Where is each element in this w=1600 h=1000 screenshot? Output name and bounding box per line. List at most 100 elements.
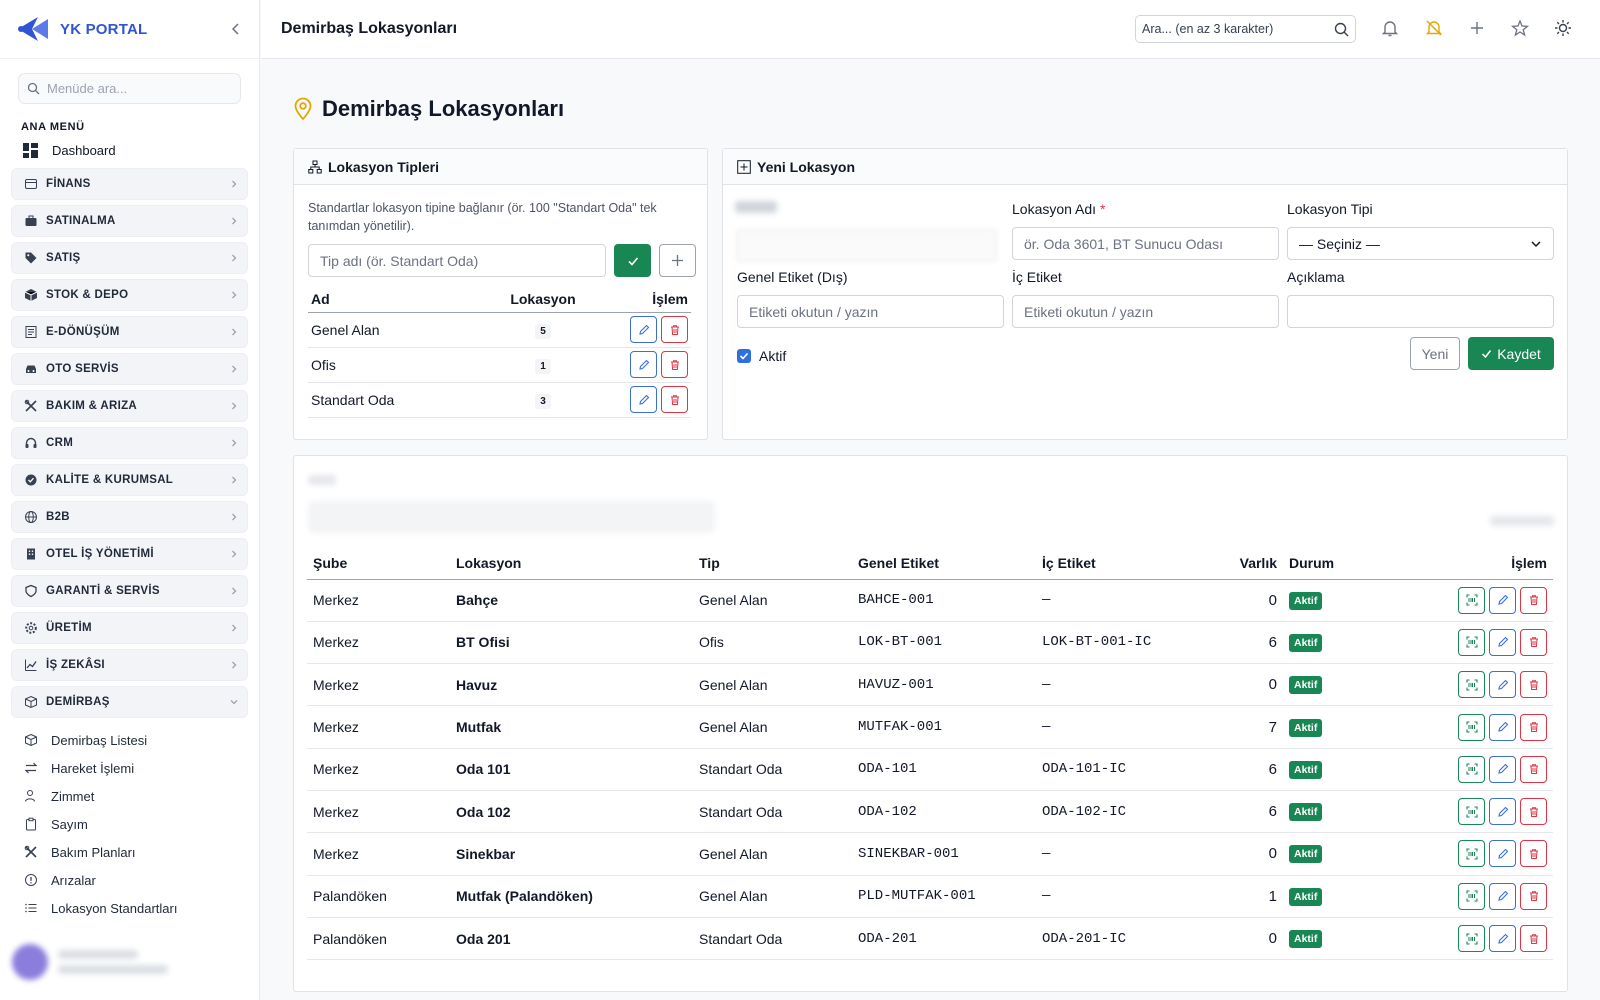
edit-button[interactable] <box>1489 925 1517 953</box>
edit-button[interactable] <box>630 316 658 343</box>
sidebar-item-dashboard[interactable]: Dashboard <box>23 140 259 160</box>
hierarchy-icon <box>308 160 322 174</box>
edit-button[interactable] <box>1489 586 1517 614</box>
add-type-button[interactable] <box>659 244 696 277</box>
checkbox-checked-icon[interactable] <box>737 349 751 363</box>
type-name: Genel Alan <box>308 312 498 348</box>
delete-button[interactable] <box>661 351 688 378</box>
delete-button[interactable] <box>1520 628 1547 656</box>
external-tag-input[interactable] <box>737 295 1004 328</box>
sidebar-group-8[interactable]: KALİTE & KURUMSAL <box>11 464 248 496</box>
sidebar-subitem-3[interactable]: Sayım <box>0 810 259 838</box>
edit-button[interactable] <box>1489 671 1517 699</box>
bell-off-icon[interactable] <box>1425 19 1443 37</box>
delete-button[interactable] <box>1520 840 1547 868</box>
type-name-input[interactable] <box>308 244 606 277</box>
sidebar-group-14[interactable]: DEMİRBAŞ <box>11 686 248 718</box>
sidebar-subitem-4[interactable]: Bakım Planları <box>0 838 259 866</box>
clipboard-icon <box>24 817 38 831</box>
qr-button[interactable] <box>1458 840 1486 868</box>
delete-button[interactable] <box>1520 671 1547 699</box>
brand[interactable]: YK PORTAL <box>0 0 259 59</box>
chevron-right-icon <box>229 401 239 411</box>
sidebar-group-12[interactable]: ÜRETİM <box>11 612 248 644</box>
delete-button[interactable] <box>1520 798 1547 826</box>
sidebar-group-13[interactable]: İŞ ZEKÂSI <box>11 649 248 681</box>
branch-filter-select[interactable] <box>309 502 714 532</box>
sidebar-group-6[interactable]: BAKIM & ARIZA <box>11 390 248 422</box>
sidebar-group-9[interactable]: B2B <box>11 501 248 533</box>
location-type-select[interactable]: — Seçiniz — <box>1287 227 1554 260</box>
card-header: Lokasyon Tipleri <box>294 149 707 185</box>
sidebar-subitem-0[interactable]: Demirbaş Listesi <box>0 726 259 754</box>
plus-icon[interactable] <box>1468 19 1486 37</box>
page-title: Demirbaş Lokasyonları <box>293 96 564 122</box>
save-button[interactable]: Kaydet <box>1468 337 1554 370</box>
sidebar-subitem-6[interactable]: Lokasyon Standartları <box>0 894 259 922</box>
delete-button[interactable] <box>1520 586 1547 614</box>
qr-button[interactable] <box>1458 925 1486 953</box>
sidebar-subitem-5[interactable]: Arızalar <box>0 866 259 894</box>
sidebar-group-0[interactable]: FİNANS <box>11 168 248 200</box>
asset-count-cell: 0 <box>1216 917 1283 961</box>
add-type-row <box>308 244 707 277</box>
sidebar-subitem-1[interactable]: Hareket İşlemi <box>0 754 259 782</box>
menu-search[interactable] <box>18 73 241 104</box>
active-checkbox[interactable]: Aktif <box>737 348 786 364</box>
new-button[interactable]: Yeni <box>1410 337 1460 370</box>
edit-button[interactable] <box>1489 755 1517 783</box>
edit-button[interactable] <box>630 386 658 413</box>
star-icon[interactable] <box>1511 19 1529 37</box>
qr-button[interactable] <box>1458 882 1486 910</box>
sidebar-group-5[interactable]: OTO SERVİS <box>11 353 248 385</box>
card-title: Yeni Lokasyon <box>757 158 856 175</box>
collapse-sidebar-icon[interactable] <box>229 22 243 36</box>
global-search[interactable] <box>1135 15 1356 43</box>
sidebar-group-10[interactable]: OTEL İŞ YÖNETİMİ <box>11 538 248 570</box>
qr-button[interactable] <box>1458 755 1486 783</box>
delete-button[interactable] <box>661 316 688 343</box>
qr-button[interactable] <box>1458 628 1486 656</box>
delete-button[interactable] <box>661 386 688 413</box>
branch-select[interactable] <box>736 229 997 262</box>
edit-button[interactable] <box>1489 713 1517 741</box>
delete-button[interactable] <box>1520 755 1547 783</box>
branch-cell: Merkez <box>307 832 450 876</box>
global-search-input[interactable] <box>1142 22 1327 36</box>
edit-button[interactable] <box>630 351 658 378</box>
cube-icon <box>24 695 38 709</box>
edit-button[interactable] <box>1489 840 1517 868</box>
qr-button[interactable] <box>1458 713 1486 741</box>
qr-button[interactable] <box>1458 798 1486 826</box>
description-input[interactable] <box>1287 295 1554 328</box>
menu-search-input[interactable] <box>47 81 227 96</box>
branch-label-blurred <box>735 201 777 213</box>
sidebar-subitem-2[interactable]: Zimmet <box>0 782 259 810</box>
delete-button[interactable] <box>1520 925 1547 953</box>
delete-button[interactable] <box>1520 882 1547 910</box>
edit-button[interactable] <box>1489 798 1517 826</box>
sidebar-group-2[interactable]: SATIŞ <box>11 242 248 274</box>
delete-button[interactable] <box>1520 713 1547 741</box>
status-badge: Aktif <box>1289 845 1323 864</box>
sun-icon[interactable] <box>1554 19 1572 37</box>
status-badge: Aktif <box>1289 591 1323 610</box>
confirm-type-button[interactable] <box>614 244 651 277</box>
user-profile[interactable] <box>12 942 244 982</box>
qr-scan-icon <box>1466 848 1478 860</box>
sidebar-group-3[interactable]: STOK & DEPO <box>11 279 248 311</box>
edit-button[interactable] <box>1489 882 1517 910</box>
qr-button[interactable] <box>1458 586 1486 614</box>
sidebar-group-label: OTO SERVİS <box>46 363 119 375</box>
edit-button[interactable] <box>1489 628 1517 656</box>
trash-icon <box>1528 806 1540 818</box>
bell-icon[interactable] <box>1381 19 1399 37</box>
sidebar-group-4[interactable]: E-DÖNÜŞÜM <box>11 316 248 348</box>
location-name-input[interactable] <box>1012 227 1279 260</box>
sidebar-group-11[interactable]: GARANTİ & SERVİS <box>11 575 248 607</box>
qr-button[interactable] <box>1458 671 1486 699</box>
sidebar-group-1[interactable]: SATINALMA <box>11 205 248 237</box>
sidebar-group-7[interactable]: CRM <box>11 427 248 459</box>
search-icon[interactable] <box>1334 22 1349 37</box>
internal-tag-input[interactable] <box>1012 295 1279 328</box>
